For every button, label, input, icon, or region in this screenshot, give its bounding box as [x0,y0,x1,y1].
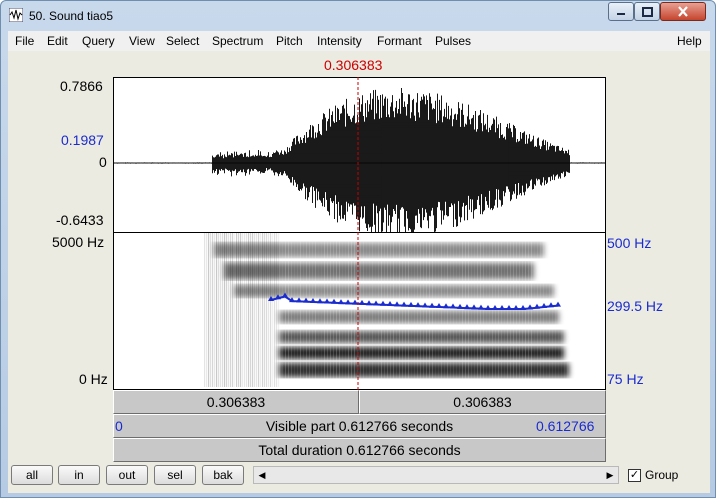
waveform-cursor-value-label: 0.1987 [61,132,104,148]
cursor-time-label: 0.306383 [324,57,383,73]
selection-left-label: 0.306383 [206,394,266,410]
menu-query[interactable]: Query [82,34,115,48]
maximize-icon [641,6,653,17]
pitch-value-label: 299.5 Hz [607,298,664,314]
waveform-zero-label: 0 [99,154,107,170]
visible-start-label: 0 [115,418,123,434]
menu-file[interactable]: File [15,34,34,48]
pitch-min-label: 75 Hz [607,371,644,387]
scroll-right-arrow-icon[interactable]: ▶ [602,467,618,483]
group-label: Group [645,468,679,482]
pitch-max-label: 500 Hz [607,235,652,251]
zoom-sel-button[interactable]: sel [154,465,196,485]
menu-formant[interactable]: Formant [377,34,422,48]
cursor-line-layer [357,77,359,390]
window-title: 50. Sound tiao5 [29,9,114,23]
menu-pulses[interactable]: Pulses [435,34,471,48]
waveform-max-label: 0.7866 [60,78,103,94]
group-checkbox[interactable]: ✓ [628,469,641,482]
zoom-all-button[interactable]: all [11,465,53,485]
zoom-in-button[interactable]: in [58,465,100,485]
minimize-icon [617,12,625,15]
selection-right-bar[interactable]: 0.306383 [359,390,606,414]
menu-intensity[interactable]: Intensity [317,34,362,48]
horizontal-scrollbar[interactable]: ◀ ▶ [253,466,619,484]
menu-select[interactable]: Select [166,34,199,48]
spectrogram-freq-max-label: 5000 Hz [52,234,105,250]
maximize-button[interactable] [634,2,660,21]
visible-part-label: Visible part 0.612766 seconds [265,418,454,434]
menu-help[interactable]: Help [677,34,702,48]
scroll-left-arrow-icon[interactable]: ◀ [254,467,270,483]
menu-bar: File Edit Query View Select Spectrum Pit… [8,31,710,51]
close-button[interactable] [660,2,706,21]
spectrogram-freq-min-label: 0 Hz [79,371,108,387]
close-icon [678,6,688,17]
minimize-button[interactable] [608,2,634,21]
waveform-min-label: -0.6433 [56,212,104,228]
menu-pitch[interactable]: Pitch [276,34,303,48]
total-duration-label: Total duration 0.612766 seconds [258,442,461,458]
visible-part-bar[interactable]: Visible part 0.612766 seconds [113,414,606,438]
menu-spectrum[interactable]: Spectrum [212,34,263,48]
menu-edit[interactable]: Edit [47,34,68,48]
zoom-out-button[interactable]: out [106,465,148,485]
selection-left-bar[interactable]: 0.306383 [113,390,359,414]
total-duration-bar[interactable]: Total duration 0.612766 seconds [113,438,606,462]
menu-view[interactable]: View [129,34,155,48]
title-bar[interactable]: 50. Sound tiao5 [1,1,716,31]
visible-end-label: 0.612766 [536,418,595,434]
selection-right-label: 0.306383 [453,394,512,410]
zoom-back-button[interactable]: bak [202,465,244,485]
app-icon [9,8,23,22]
